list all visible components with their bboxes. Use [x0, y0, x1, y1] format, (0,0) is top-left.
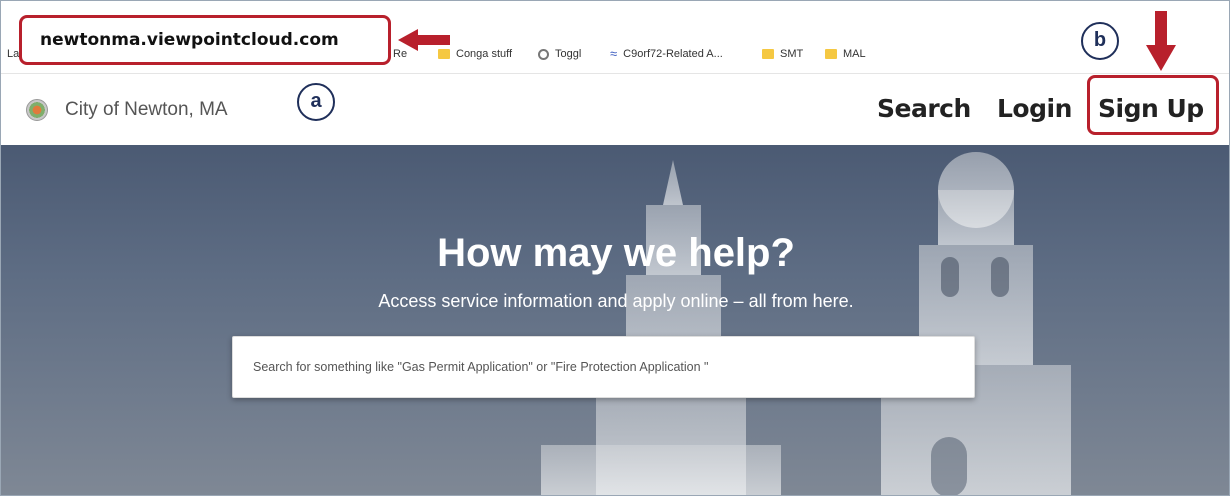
- hero-title: How may we help?: [437, 231, 795, 275]
- bookmark-label: MAL: [843, 48, 866, 60]
- bookmark-la[interactable]: La: [7, 48, 19, 60]
- bookmark-label: Conga stuff: [456, 48, 513, 60]
- nav-login-link[interactable]: Login: [997, 94, 1072, 123]
- bookmark-toggl[interactable]: Toggl: [538, 48, 581, 60]
- address-bar-url[interactable]: newtonma.viewpointcloud.com: [40, 30, 339, 50]
- annotation-marker-a: a: [297, 83, 335, 121]
- link-icon: ≈: [610, 46, 618, 61]
- bookmark-mal[interactable]: MAL: [825, 48, 866, 60]
- hero-banner: How may we help? Access service informat…: [1, 145, 1229, 495]
- folder-icon: [762, 49, 774, 59]
- signup-highlight-box: [1087, 75, 1219, 135]
- bookmark-label: Toggl: [555, 48, 582, 60]
- service-search-input[interactable]: Search for something like "Gas Permit Ap…: [232, 336, 975, 398]
- city-seal-icon[interactable]: [26, 99, 48, 121]
- hero-subtitle: Access service information and apply onl…: [378, 291, 854, 311]
- site-name[interactable]: City of Newton, MA: [65, 99, 228, 121]
- bookmark-label: La: [7, 48, 20, 60]
- site-header: City of Newton, MA Search Login Sign Up: [1, 73, 1229, 145]
- arrow-left-icon: [398, 29, 450, 51]
- city-hall-towers-image: [541, 152, 1071, 495]
- bookmark-smt[interactable]: SMT: [762, 48, 803, 60]
- annotation-marker-b: b: [1081, 22, 1119, 60]
- bookmark-c9orf72[interactable]: ≈ C9orf72-Related A...: [610, 46, 723, 61]
- url-highlight-box: newtonma.viewpointcloud.com: [19, 15, 391, 65]
- folder-icon: [825, 49, 837, 59]
- arrow-down-icon: [1146, 11, 1176, 71]
- bookmark-label: SMT: [780, 48, 804, 60]
- search-placeholder: Search for something like "Gas Permit Ap…: [253, 360, 709, 374]
- toggl-icon: [538, 48, 549, 60]
- bookmark-label: C9orf72-Related A...: [623, 48, 723, 60]
- nav-search-link[interactable]: Search: [877, 94, 971, 123]
- screenshot-frame: La Re Conga stuff Toggl ≈ C9orf72-Relate…: [0, 0, 1230, 496]
